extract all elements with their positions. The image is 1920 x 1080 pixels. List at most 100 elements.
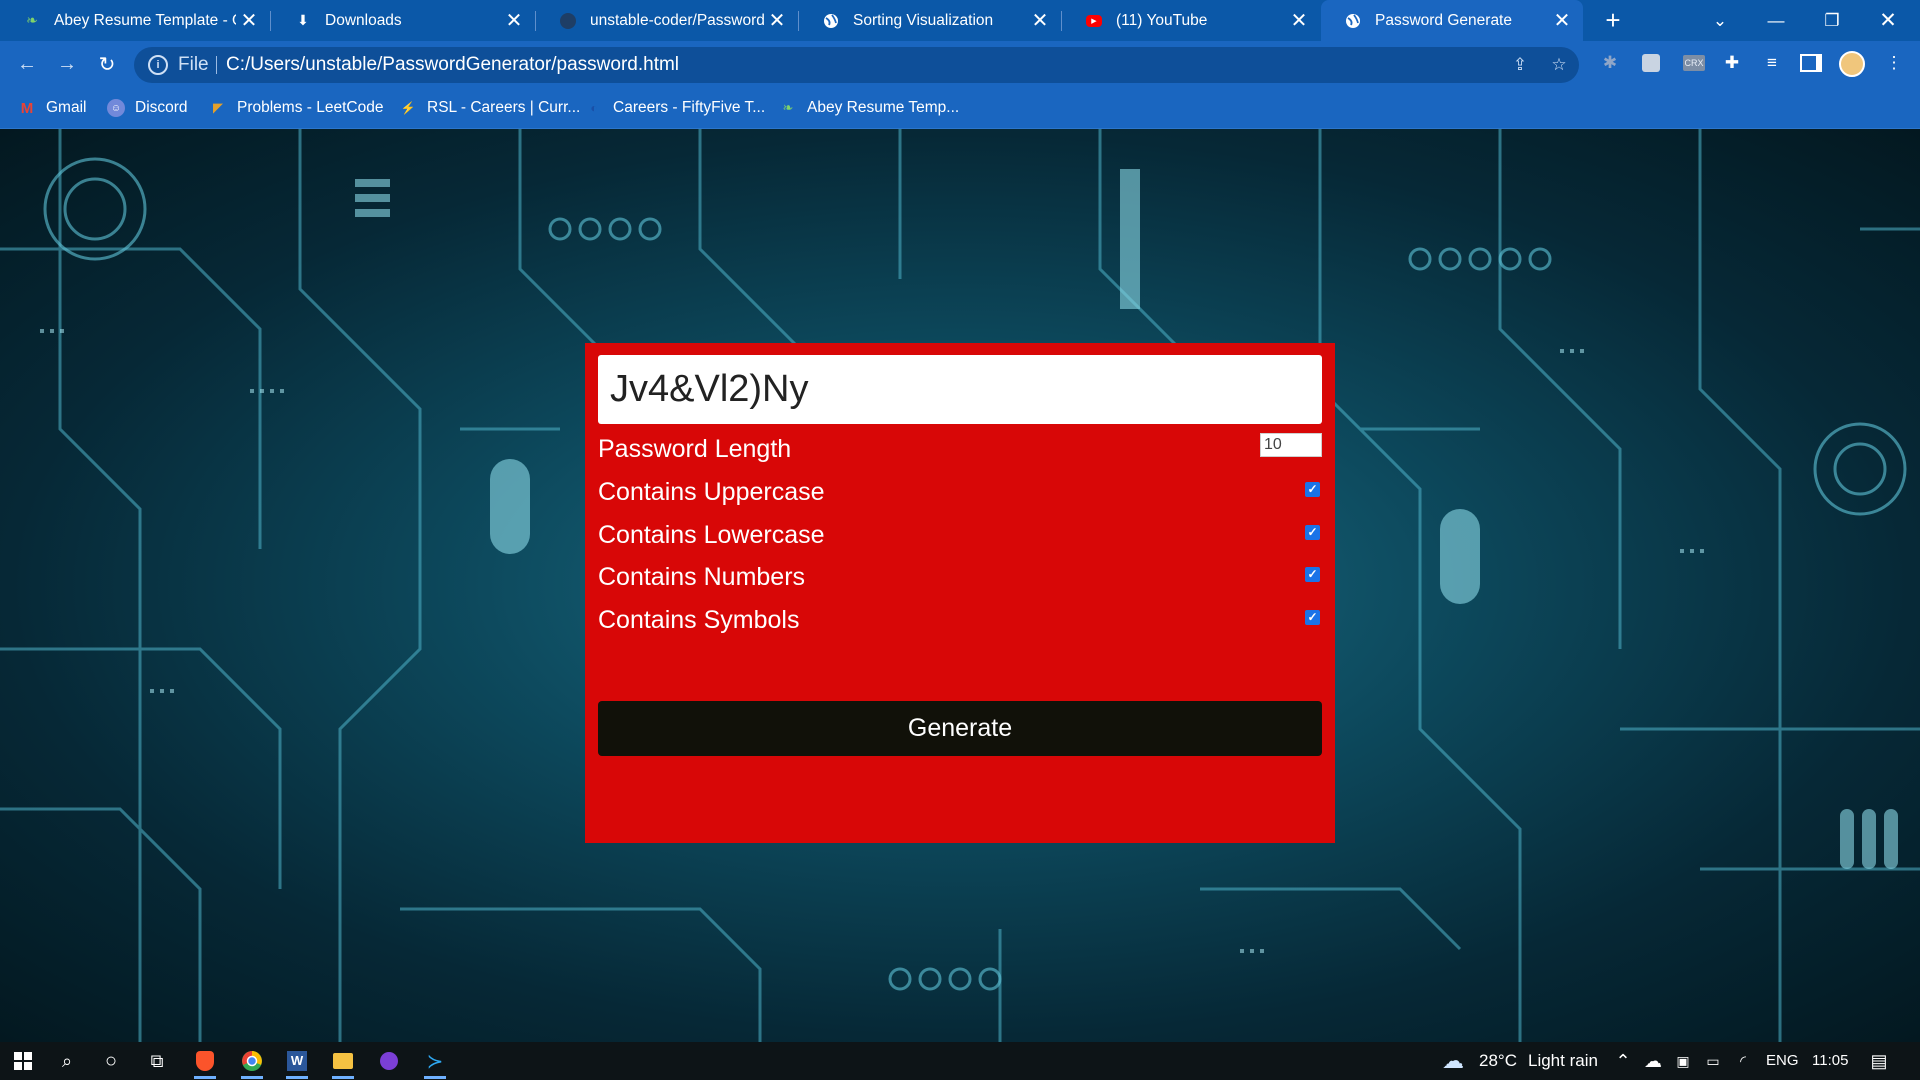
tab-title: Sorting Visualization [853, 11, 994, 29]
bookmarks-bar: M Gmail ☺ Discord ◤ Problems - LeetCode … [0, 88, 1920, 129]
task-view-icon[interactable]: ⧉ [140, 1046, 174, 1076]
tab-abey-resume[interactable]: ❧ Abey Resume Template - O ✕ [0, 0, 270, 41]
lowercase-checkbox[interactable]: ✓ [1305, 525, 1320, 540]
wifi-icon[interactable]: ◜ [1726, 1046, 1760, 1076]
windows-taskbar: ⌕ ○ ⧉ W ≻ ☁ 28°C Light rain ⌃ ☁ ▣ ▭ ◜ EN… [0, 1042, 1920, 1080]
bookmark-rsl-careers[interactable]: ⚡ RSL - Careers | Curr... [399, 88, 581, 128]
bookmark-abey-resume[interactable]: ❧ Abey Resume Temp... [779, 88, 960, 128]
weather-cloud-icon[interactable]: ☁ [1436, 1046, 1470, 1076]
cortana-icon[interactable]: ○ [94, 1046, 128, 1076]
restore-icon[interactable]: ❐ [1804, 0, 1860, 41]
windows-start-icon[interactable] [6, 1046, 40, 1076]
onedrive-icon[interactable]: ☁ [1636, 1046, 1670, 1076]
tab-title: Abey Resume Template - O [54, 11, 236, 29]
length-label: Password Length [598, 435, 792, 463]
generate-button[interactable]: Generate [598, 701, 1322, 756]
vscode-icon[interactable]: ≻ [418, 1046, 452, 1079]
uppercase-row: Contains Uppercase ✓ [598, 472, 1322, 512]
globe-icon [823, 13, 839, 29]
back-icon[interactable]: ← [12, 49, 42, 79]
numbers-label: Contains Numbers [598, 563, 806, 591]
tab-search-chevron-icon[interactable]: ⌄ [1692, 0, 1748, 41]
reading-list-icon[interactable]: ≡ [1758, 49, 1786, 77]
github-icon [560, 12, 576, 29]
lowercase-label: Contains Lowercase [598, 521, 825, 549]
address-bar[interactable]: i File C:/Users/unstable/PasswordGenerat… [134, 47, 1579, 83]
gmail-icon: M [20, 99, 34, 117]
bookmark-leetcode[interactable]: ◤ Problems - LeetCode [209, 88, 383, 128]
device-icon[interactable]: ▣ [1666, 1046, 1700, 1076]
word-icon[interactable]: W [280, 1046, 314, 1079]
overleaf-icon: ❧ [782, 100, 794, 115]
share-icon[interactable]: ⇪ [1510, 55, 1530, 75]
weather-desc[interactable]: Light rain [1528, 1042, 1598, 1080]
new-tab-button[interactable]: + [1598, 0, 1628, 41]
tab-youtube[interactable]: ▶ (11) YouTube ✕ [1062, 0, 1320, 41]
chevron-up-icon[interactable]: ⌃ [1606, 1046, 1640, 1076]
menu-kebab-icon[interactable]: ⋮ [1880, 49, 1908, 77]
bookmark-label: Abey Resume Temp... [807, 99, 960, 116]
tab-sorting-visualization[interactable]: Sorting Visualization ✕ [799, 0, 1061, 41]
profile-avatar[interactable] [1839, 51, 1865, 77]
symbols-label: Contains Symbols [598, 606, 800, 634]
file-explorer-icon[interactable] [326, 1046, 360, 1079]
bookmark-label: Gmail [46, 99, 87, 116]
discord-icon: ☺ [107, 99, 125, 117]
url-text[interactable]: C:/Users/unstable/PasswordGenerator/pass… [226, 54, 679, 76]
close-tab-icon[interactable]: ✕ [501, 8, 527, 33]
bookmark-label: Discord [135, 99, 188, 116]
uppercase-checkbox[interactable]: ✓ [1305, 482, 1320, 497]
extensions-puzzle-icon[interactable]: ✚ [1718, 49, 1746, 77]
forward-icon[interactable]: → [52, 49, 82, 79]
clock[interactable]: 11:05 [1812, 1042, 1848, 1080]
tab-downloads[interactable]: ⬇ Downloads ✕ [271, 0, 535, 41]
numbers-checkbox[interactable]: ✓ [1305, 567, 1320, 582]
length-row: Password Length 10 [598, 429, 1322, 469]
brave-icon[interactable] [188, 1046, 222, 1079]
length-input[interactable]: 10 [1260, 433, 1322, 457]
close-window-icon[interactable]: ✕ [1860, 0, 1916, 41]
tab-github[interactable]: unstable-coder/PasswordG ✕ [536, 0, 798, 41]
fiftyfive-icon: ◐ [590, 101, 598, 115]
bookmark-fiftyfive[interactable]: ◐ Careers - FiftyFive T... [585, 88, 765, 128]
close-tab-icon[interactable]: ✕ [764, 8, 790, 33]
info-icon[interactable]: i [148, 55, 168, 75]
app-purple-icon[interactable] [372, 1046, 406, 1076]
tab-title: Password Generate [1375, 11, 1512, 29]
search-icon[interactable]: ⌕ [50, 1046, 84, 1076]
uppercase-label: Contains Uppercase [598, 478, 825, 506]
numbers-row: Contains Numbers ✓ [598, 557, 1322, 597]
bookmark-discord[interactable]: ☺ Discord [107, 88, 188, 128]
browser-toolbar: ← → ↻ i File C:/Users/unstable/PasswordG… [0, 41, 1920, 88]
scheme-label: File [178, 54, 209, 75]
weather-temp[interactable]: 28°C [1479, 1042, 1517, 1080]
lowercase-row: Contains Lowercase ✓ [598, 515, 1322, 555]
close-tab-icon[interactable]: ✕ [1549, 8, 1575, 33]
rsl-icon: ⚡ [400, 101, 416, 115]
side-panel-icon[interactable] [1797, 49, 1825, 77]
crx-extension-icon[interactable]: CRX [1683, 55, 1705, 71]
bookmark-gmail[interactable]: M Gmail [18, 88, 87, 128]
reload-icon[interactable]: ↻ [92, 49, 122, 79]
notifications-icon[interactable]: ▤ [1862, 1046, 1896, 1076]
tab-title: (11) YouTube [1116, 11, 1208, 29]
bookmark-label: Careers - FiftyFive T... [613, 99, 766, 116]
tab-title: Downloads [325, 11, 402, 29]
bookmark-star-icon[interactable]: ☆ [1549, 55, 1569, 75]
close-tab-icon[interactable]: ✕ [1286, 8, 1312, 33]
extension-square-icon[interactable] [1637, 49, 1665, 77]
close-tab-icon[interactable]: ✕ [1027, 8, 1053, 33]
minimize-icon[interactable]: — [1748, 0, 1804, 41]
overleaf-icon: ❧ [26, 12, 38, 28]
chrome-icon[interactable] [235, 1046, 269, 1079]
battery-icon[interactable]: ▭ [1696, 1046, 1730, 1076]
extension-puzzle-gray-icon[interactable]: ✱ [1596, 49, 1624, 77]
close-tab-icon[interactable]: ✕ [236, 8, 262, 33]
globe-icon [1345, 13, 1361, 29]
bookmark-label: RSL - Careers | Curr... [427, 99, 581, 116]
language-indicator[interactable]: ENG [1766, 1042, 1799, 1080]
leetcode-icon: ◤ [213, 100, 223, 115]
password-output[interactable]: Jv4&Vl2)Ny [598, 355, 1322, 424]
symbols-checkbox[interactable]: ✓ [1305, 610, 1320, 625]
tab-password-generate[interactable]: Password Generate ✕ [1321, 0, 1583, 41]
